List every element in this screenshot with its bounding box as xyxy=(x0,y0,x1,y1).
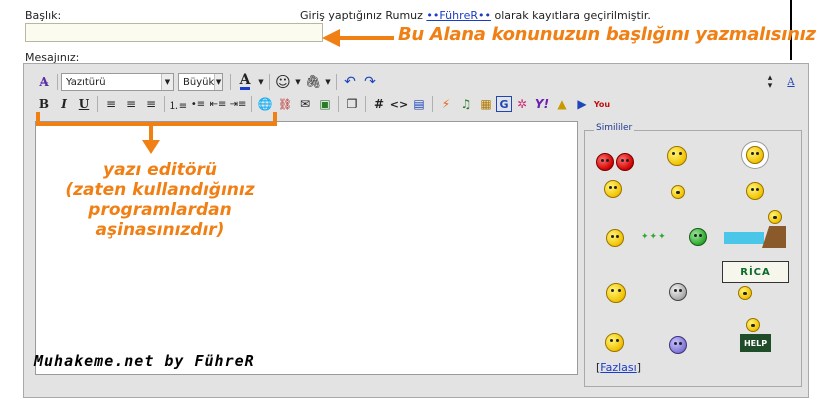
youtube-icon[interactable]: You xyxy=(592,94,612,114)
wink-smiley-icon[interactable] xyxy=(746,182,764,200)
toggle-mode-icon: A xyxy=(787,76,795,88)
smiley-dropdown-icon[interactable]: ▼ xyxy=(293,72,303,92)
indent-icon[interactable]: ⇥≡ xyxy=(228,94,248,114)
film-icon[interactable]: ▦ xyxy=(476,94,496,114)
underline-button[interactable]: U xyxy=(74,94,94,114)
editor-hint-line: programlardan xyxy=(88,200,232,220)
angry-smiley-icon[interactable] xyxy=(596,153,614,171)
redo-icon[interactable]: ↷ xyxy=(360,72,380,92)
title-hint: Bu Alana konunuzun başlığını yazmalısını… xyxy=(398,24,816,45)
toolbar-separator xyxy=(230,74,231,90)
smile-smiley-icon[interactable] xyxy=(671,185,685,199)
align-right-icon[interactable]: ≡ xyxy=(141,94,161,114)
help-sign[interactable]: HELP xyxy=(740,334,771,352)
flower-icon[interactable]: ✲ xyxy=(512,94,532,114)
smiley-icon[interactable]: ☺ xyxy=(273,72,293,92)
subject-label: Başlık: xyxy=(25,9,62,22)
play-icon[interactable]: ▶ xyxy=(572,94,592,114)
editor-hint: yazı editörü (zaten kullandığınız progra… xyxy=(40,160,280,240)
align-center-icon[interactable]: ≡ xyxy=(121,94,141,114)
toolbar-bracket-bar xyxy=(36,122,277,126)
resize-editor-icon[interactable]: ▴ ▾ xyxy=(760,72,780,92)
editor-arrow-head-icon xyxy=(142,140,160,154)
music-icon[interactable]: ♫ xyxy=(456,94,476,114)
fishing-smiley-icon[interactable] xyxy=(724,210,786,250)
toolbar-separator xyxy=(338,96,339,112)
happy-smiley-icon[interactable] xyxy=(605,333,624,352)
chevron-down-icon: ▼ xyxy=(214,74,222,90)
bold-button[interactable]: B xyxy=(34,94,54,114)
login-suffix: olarak kayıtlara geçirilmiştir. xyxy=(494,9,651,22)
yahoo-icon[interactable]: Y! xyxy=(532,94,552,114)
more-bracket-close: ] xyxy=(636,361,642,374)
font-family-select[interactable]: Yazıtürü ▼ xyxy=(61,73,174,91)
toolbar-separator xyxy=(164,96,165,112)
grin-smiley-icon[interactable] xyxy=(606,283,626,303)
more-smilies-link[interactable]: Fazlası xyxy=(600,361,636,374)
font-color-dropdown-icon[interactable]: ▼ xyxy=(256,72,266,92)
toolbar-separator xyxy=(97,96,98,112)
code-button[interactable]: <> xyxy=(389,94,409,114)
font-color-icon: A xyxy=(239,72,251,90)
flower-smiley-icon[interactable] xyxy=(740,141,770,169)
remove-link-icon[interactable]: ⛓ xyxy=(275,94,295,114)
remove-format-icon[interactable]: A̶ xyxy=(34,72,54,92)
toolbar-row-1: A̶ Yazıtürü ▼ Büyük ▼ A ▼ ☺ ▼ 🖇 ▼ ↶ ↷ xyxy=(34,72,380,92)
insert-link-icon[interactable]: 🌐 xyxy=(255,94,275,114)
toolbar-separator xyxy=(251,96,252,112)
font-size-select[interactable]: Büyük ▼ xyxy=(178,73,223,91)
font-family-value: Yazıtürü xyxy=(66,76,106,88)
attachment-icon[interactable]: 🖇 xyxy=(303,72,323,92)
smilies-legend: Simililer xyxy=(594,123,635,133)
login-notice: Giriş yaptığınız Rumuz ••FührеR•• olarak… xyxy=(300,9,651,22)
italic-button[interactable]: I xyxy=(54,94,74,114)
toolbar-separator xyxy=(432,96,433,112)
quote-icon[interactable]: ❐ xyxy=(342,94,362,114)
undo-icon[interactable]: ↶ xyxy=(340,72,360,92)
sick-smiley-icon[interactable]: ✦✦✦ xyxy=(641,228,707,246)
laughing-smiley-icon[interactable] xyxy=(667,146,687,166)
unordered-list-icon[interactable]: •≡ xyxy=(188,94,208,114)
media-icon[interactable]: ▲ xyxy=(552,94,572,114)
php-code-icon[interactable]: ▤ xyxy=(409,94,429,114)
outdent-icon[interactable]: ⇤≡ xyxy=(208,94,228,114)
title-arrow-head-icon xyxy=(322,29,340,47)
toolbar-bracket-right xyxy=(273,112,277,126)
insert-image-icon[interactable]: ▣ xyxy=(315,94,335,114)
editor-hint-line: (zaten kullandığınız xyxy=(65,180,255,200)
signature-watermark: Muhakeme.net by FührеR xyxy=(34,352,255,370)
editor-hint-line: yazı editörü xyxy=(102,160,217,180)
login-prefix: Giriş yaptığınız Rumuz xyxy=(300,9,423,22)
toggle-mode-button[interactable]: A xyxy=(781,72,801,92)
sunglasses-smiley-icon[interactable] xyxy=(669,283,687,301)
more-smilies: [Fazlası] xyxy=(596,361,641,374)
insert-email-icon[interactable]: ✉ xyxy=(295,94,315,114)
toolbar-separator xyxy=(57,74,58,90)
login-user-link[interactable]: ••FührеR•• xyxy=(426,9,491,22)
rica-sign[interactable]: RİCA xyxy=(722,261,789,283)
waving-smiley-icon[interactable] xyxy=(606,229,624,247)
sad-smiley-icon[interactable] xyxy=(669,336,687,354)
align-left-icon[interactable]: ≡ xyxy=(101,94,121,114)
toolbar-separator xyxy=(336,74,337,90)
thinking-smiley-icon[interactable] xyxy=(604,180,622,198)
angry-smiley-icon[interactable] xyxy=(616,153,634,171)
font-color-button[interactable]: A xyxy=(234,72,256,92)
toolbar-separator xyxy=(365,96,366,112)
toolbar-separator xyxy=(269,74,270,90)
hash-button[interactable]: # xyxy=(369,94,389,114)
ordered-list-icon[interactable]: ⒈≡ xyxy=(168,94,188,114)
flash-icon[interactable]: ⚡ xyxy=(436,94,456,114)
font-size-value: Büyük xyxy=(183,76,215,88)
toolbar-bracket-left xyxy=(36,112,40,126)
title-arrow-line xyxy=(336,36,394,40)
toolbar-row-2: B I U ≡ ≡ ≡ ⒈≡ •≡ ⇤≡ ⇥≡ 🌐 ⛓ ✉ ▣ ❐ # <> ▤… xyxy=(34,94,612,114)
subject-input[interactable] xyxy=(25,23,323,42)
attachment-dropdown-icon[interactable]: ▼ xyxy=(323,72,333,92)
editor-hint-line: aşinasınızdır) xyxy=(95,220,225,240)
rica-smiley-icon[interactable] xyxy=(738,286,752,300)
google-icon[interactable]: G xyxy=(496,96,512,112)
chevron-down-icon: ▼ xyxy=(161,74,173,90)
